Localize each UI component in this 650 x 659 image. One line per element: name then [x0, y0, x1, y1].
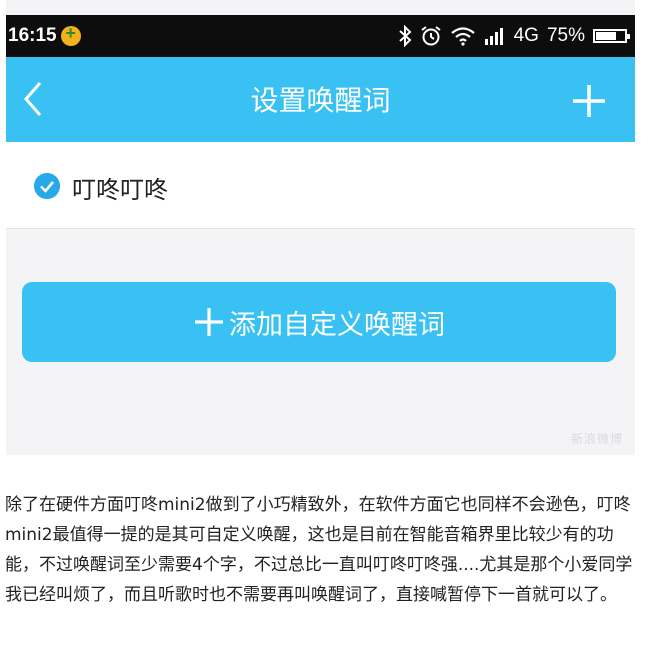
bluetooth-icon — [398, 25, 412, 47]
plus-icon[interactable] — [569, 81, 609, 121]
battery-icon — [593, 29, 630, 43]
signal-icon — [484, 28, 503, 45]
add-custom-wake-word-button[interactable]: 添加自定义唤醒词 — [22, 282, 616, 362]
phone-screenshot: 16:15 4G 75% — [6, 0, 635, 455]
status-time: 16:15 — [8, 25, 57, 46]
check-circle-icon[interactable] — [34, 173, 60, 199]
wake-word-settings: 叮咚叮咚 添加自定义唤醒词 新浪微博 — [6, 142, 635, 455]
page-title: 设置唤醒词 — [250, 84, 391, 117]
wake-word-item[interactable]: 叮咚叮咚 — [6, 142, 635, 229]
network-type: 4G — [513, 25, 539, 46]
wake-word-label: 叮咚叮咚 — [72, 176, 168, 204]
article-paragraph: 除了在硬件方面叮咚mini2做到了小巧精致外，在软件方面它也同样不会逊色，叮咚m… — [5, 495, 633, 605]
wifi-icon — [450, 27, 475, 46]
watermark: 新浪微博 — [570, 432, 623, 446]
add-button-label: 添加自定义唤醒词 — [229, 309, 445, 341]
plus-icon — [195, 308, 223, 336]
notification-icon — [60, 23, 81, 46]
status-bar: 16:15 4G 75% — [6, 15, 635, 57]
app-bar: 设置唤醒词 — [6, 57, 635, 142]
status-icons: 4G 75% — [398, 25, 630, 47]
battery-percent: 75% — [546, 25, 585, 46]
alarm-icon — [421, 26, 441, 46]
